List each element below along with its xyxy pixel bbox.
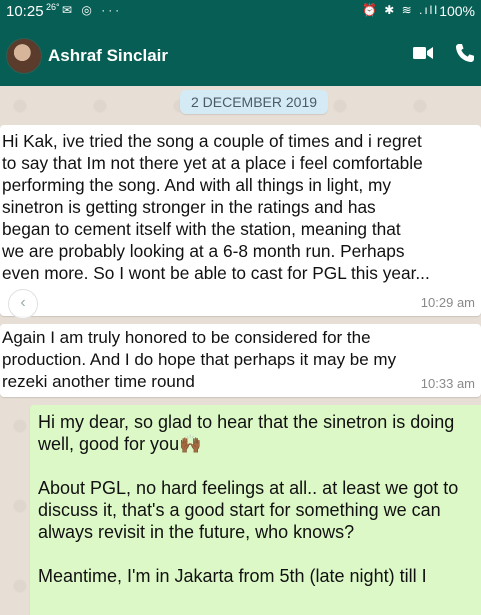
message-text-part: Hi my dear, so glad to hear that the sin… — [38, 412, 455, 454]
message-text-part: About PGL, no hard feelings at all.. at … — [38, 478, 459, 586]
message-text: Hi Kak, ive tried the song a couple of t… — [2, 131, 430, 283]
voice-call-icon[interactable] — [455, 43, 475, 63]
message-time: 10:29 am — [420, 295, 475, 310]
chat-header: Ashraf Sinclair — [0, 24, 481, 86]
battery-level: 100% — [439, 3, 475, 19]
message-bubble-incoming[interactable]: Hi Kak, ive tried the song a couple of t… — [0, 125, 481, 316]
contact-name[interactable]: Ashraf Sinclair — [48, 46, 168, 66]
system-icons: ⏰ ✱ ≋ .ıll — [361, 3, 439, 17]
chat-area[interactable]: 2 DECEMBER 2019 Hi Kak, ive tried the so… — [0, 86, 481, 615]
video-call-icon[interactable] — [413, 46, 433, 60]
status-temperature: 26° — [46, 2, 60, 12]
status-bar: 10:25 26° ✉ ◎ ··· ⏰ ✱ ≋ .ıll 100% — [0, 0, 481, 24]
swipe-reply-icon[interactable]: ‹ — [8, 289, 38, 319]
message-text: Hi my dear, so glad to hear that the sin… — [30, 405, 481, 587]
raised-hands-icon: 🙌🏾 — [179, 434, 202, 454]
date-divider: 2 DECEMBER 2019 — [180, 90, 328, 114]
status-time: 10:25 — [6, 3, 44, 20]
avatar[interactable] — [6, 38, 42, 74]
message-bubble-outgoing[interactable]: Hi my dear, so glad to hear that the sin… — [30, 405, 481, 615]
notification-icons: ✉ ◎ ··· — [62, 3, 123, 17]
message-text: Again I am truly honored to be considere… — [2, 328, 397, 391]
message-bubble-incoming[interactable]: Again I am truly honored to be considere… — [0, 324, 481, 397]
message-time: 10:33 am — [420, 376, 475, 391]
